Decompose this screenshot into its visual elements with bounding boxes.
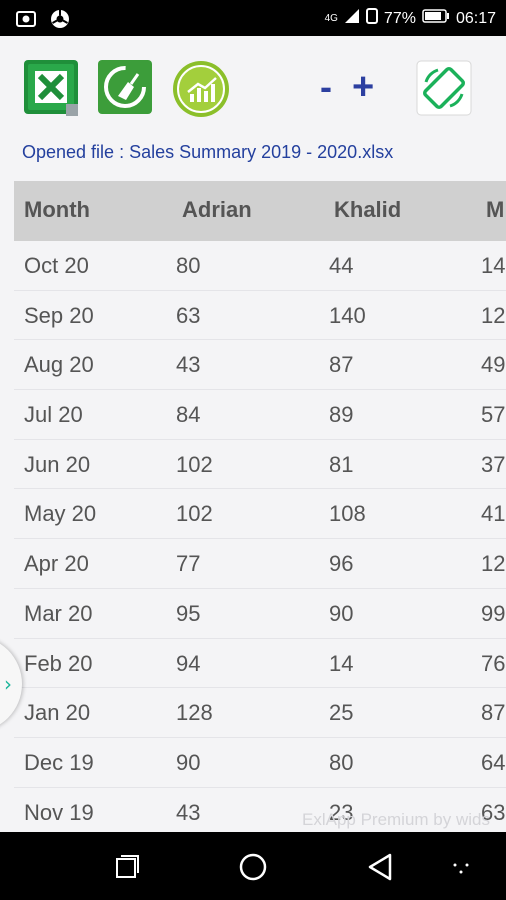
table-cell: 96	[329, 551, 354, 577]
table-row[interactable]: Apr 20 77 96 12	[14, 539, 506, 589]
column-header[interactable]: Adrian	[182, 197, 252, 223]
table-cell: 14	[329, 650, 354, 676]
table-row[interactable]: Sep 20 63 140 12	[14, 291, 506, 341]
broom-icon	[98, 60, 152, 114]
back-button[interactable]	[366, 852, 394, 886]
table-cell: 80	[176, 253, 201, 278]
table-cell: 95	[176, 600, 201, 626]
back-icon	[368, 853, 392, 881]
table-cell: 90	[329, 600, 354, 626]
clear-button[interactable]	[98, 60, 154, 116]
table-cell: 94	[176, 650, 201, 676]
table-cell: Dec 19	[24, 749, 94, 775]
table-cell: 12	[481, 551, 506, 577]
table-cell: 87	[481, 700, 506, 726]
table-cell: Apr 20	[24, 551, 89, 577]
table-cell: Jul 20	[24, 402, 83, 428]
table-cell: Sep 20	[24, 302, 94, 328]
network-type-label: 4G	[324, 13, 338, 24]
table-cell: 102	[176, 501, 213, 527]
table-cell: 87	[329, 352, 354, 378]
table-cell: 49	[481, 352, 506, 378]
table-cell: 80	[329, 749, 354, 775]
table-cell: 43	[176, 352, 201, 378]
clock: 06:17	[455, 9, 496, 27]
home-button[interactable]	[238, 852, 268, 886]
recent-apps-button[interactable]	[114, 854, 140, 884]
toolbar: - +	[0, 36, 506, 144]
nav-dots-icon	[453, 863, 469, 874]
table-cell: Jan 20	[24, 700, 91, 726]
table-row[interactable]: May 20 102 108 41	[14, 489, 506, 540]
home-icon	[239, 853, 267, 881]
app-content: - + Opened file : Sales Summary 2019 - 2…	[0, 36, 506, 832]
table-row[interactable]: Jul 20 84 89 57	[14, 390, 506, 440]
open-excel-button[interactable]	[24, 60, 80, 116]
chart-icon	[173, 61, 229, 117]
nav-options-button[interactable]	[452, 860, 470, 879]
table-cell: 14	[481, 253, 506, 278]
table-row[interactable]: Oct 20 80 44 14	[14, 241, 506, 291]
status-bar: 4G 77% 06:17	[0, 0, 506, 36]
table-row[interactable]: Mar 20 95 90 99	[14, 589, 506, 639]
table-row[interactable]: Jan 20 128 25 87	[14, 688, 506, 738]
screenshot-icon	[16, 10, 36, 32]
table-cell: Mar 20	[24, 600, 93, 626]
table-row[interactable]: Aug 20 43 87 49	[14, 340, 506, 391]
table-row[interactable]: Jun 20 102 81 37	[14, 440, 506, 490]
table-cell: 90	[176, 749, 201, 775]
table-header: Month Adrian Khalid M	[14, 181, 506, 241]
table-cell: 89	[329, 402, 354, 428]
zoom-in-button[interactable]: +	[352, 66, 374, 109]
data-table: Month Adrian Khalid M Oct 20 80 44 14 Se…	[14, 181, 506, 832]
table-row[interactable]: Feb 20 94 14 76	[14, 639, 506, 689]
table-cell: Jun 20	[24, 451, 91, 477]
zoom-out-button[interactable]: -	[320, 66, 332, 108]
table-cell: 99	[481, 600, 506, 626]
table-cell: Feb 20	[24, 650, 93, 676]
table-cell: 128	[176, 700, 213, 726]
recent-apps-icon	[116, 855, 139, 878]
table-cell: Aug 20	[24, 352, 94, 378]
table-cell: Nov 19	[24, 799, 94, 825]
table-cell: 44	[329, 253, 354, 278]
excel-icon	[24, 60, 78, 116]
table-cell: May 20	[24, 501, 97, 527]
table-cell: 12	[481, 302, 506, 328]
table-cell: Oct 20	[24, 253, 89, 278]
table-cell: 57	[481, 402, 506, 428]
navigation-bar	[0, 832, 506, 900]
table-cell: 25	[329, 700, 354, 726]
table-cell: 43	[176, 799, 201, 825]
rotate-button[interactable]	[416, 60, 472, 116]
column-header[interactable]: M	[486, 197, 504, 223]
chevron-right-icon: ›	[4, 672, 12, 696]
table-cell: 63	[176, 302, 201, 328]
watermark: ExlApp Premium by wids	[301, 810, 490, 829]
chart-button[interactable]	[172, 60, 230, 118]
table-row[interactable]: Dec 19 90 80 64	[14, 738, 506, 788]
table-cell: 37	[481, 451, 506, 477]
table-cell: 41	[481, 501, 506, 527]
table-cell: 140	[329, 302, 366, 328]
battery-icon	[422, 9, 450, 28]
opened-file-label: Opened file : Sales Summary 2019 - 2020.…	[22, 142, 394, 162]
table-cell: 77	[176, 551, 201, 577]
signal-icon	[344, 8, 360, 29]
table-cell: 84	[176, 402, 201, 428]
rotate-screen-icon	[416, 60, 472, 116]
battery-percent: 77%	[383, 9, 416, 27]
chrome-icon	[50, 9, 70, 33]
sim-icon	[365, 8, 378, 29]
column-header[interactable]: Month	[24, 197, 90, 223]
table-cell: 64	[481, 749, 506, 775]
column-header[interactable]: Khalid	[334, 197, 401, 223]
table-cell: 108	[329, 501, 366, 527]
table-cell: 76	[481, 650, 506, 676]
table-cell: 102	[176, 451, 213, 477]
table-cell: 81	[329, 451, 354, 477]
